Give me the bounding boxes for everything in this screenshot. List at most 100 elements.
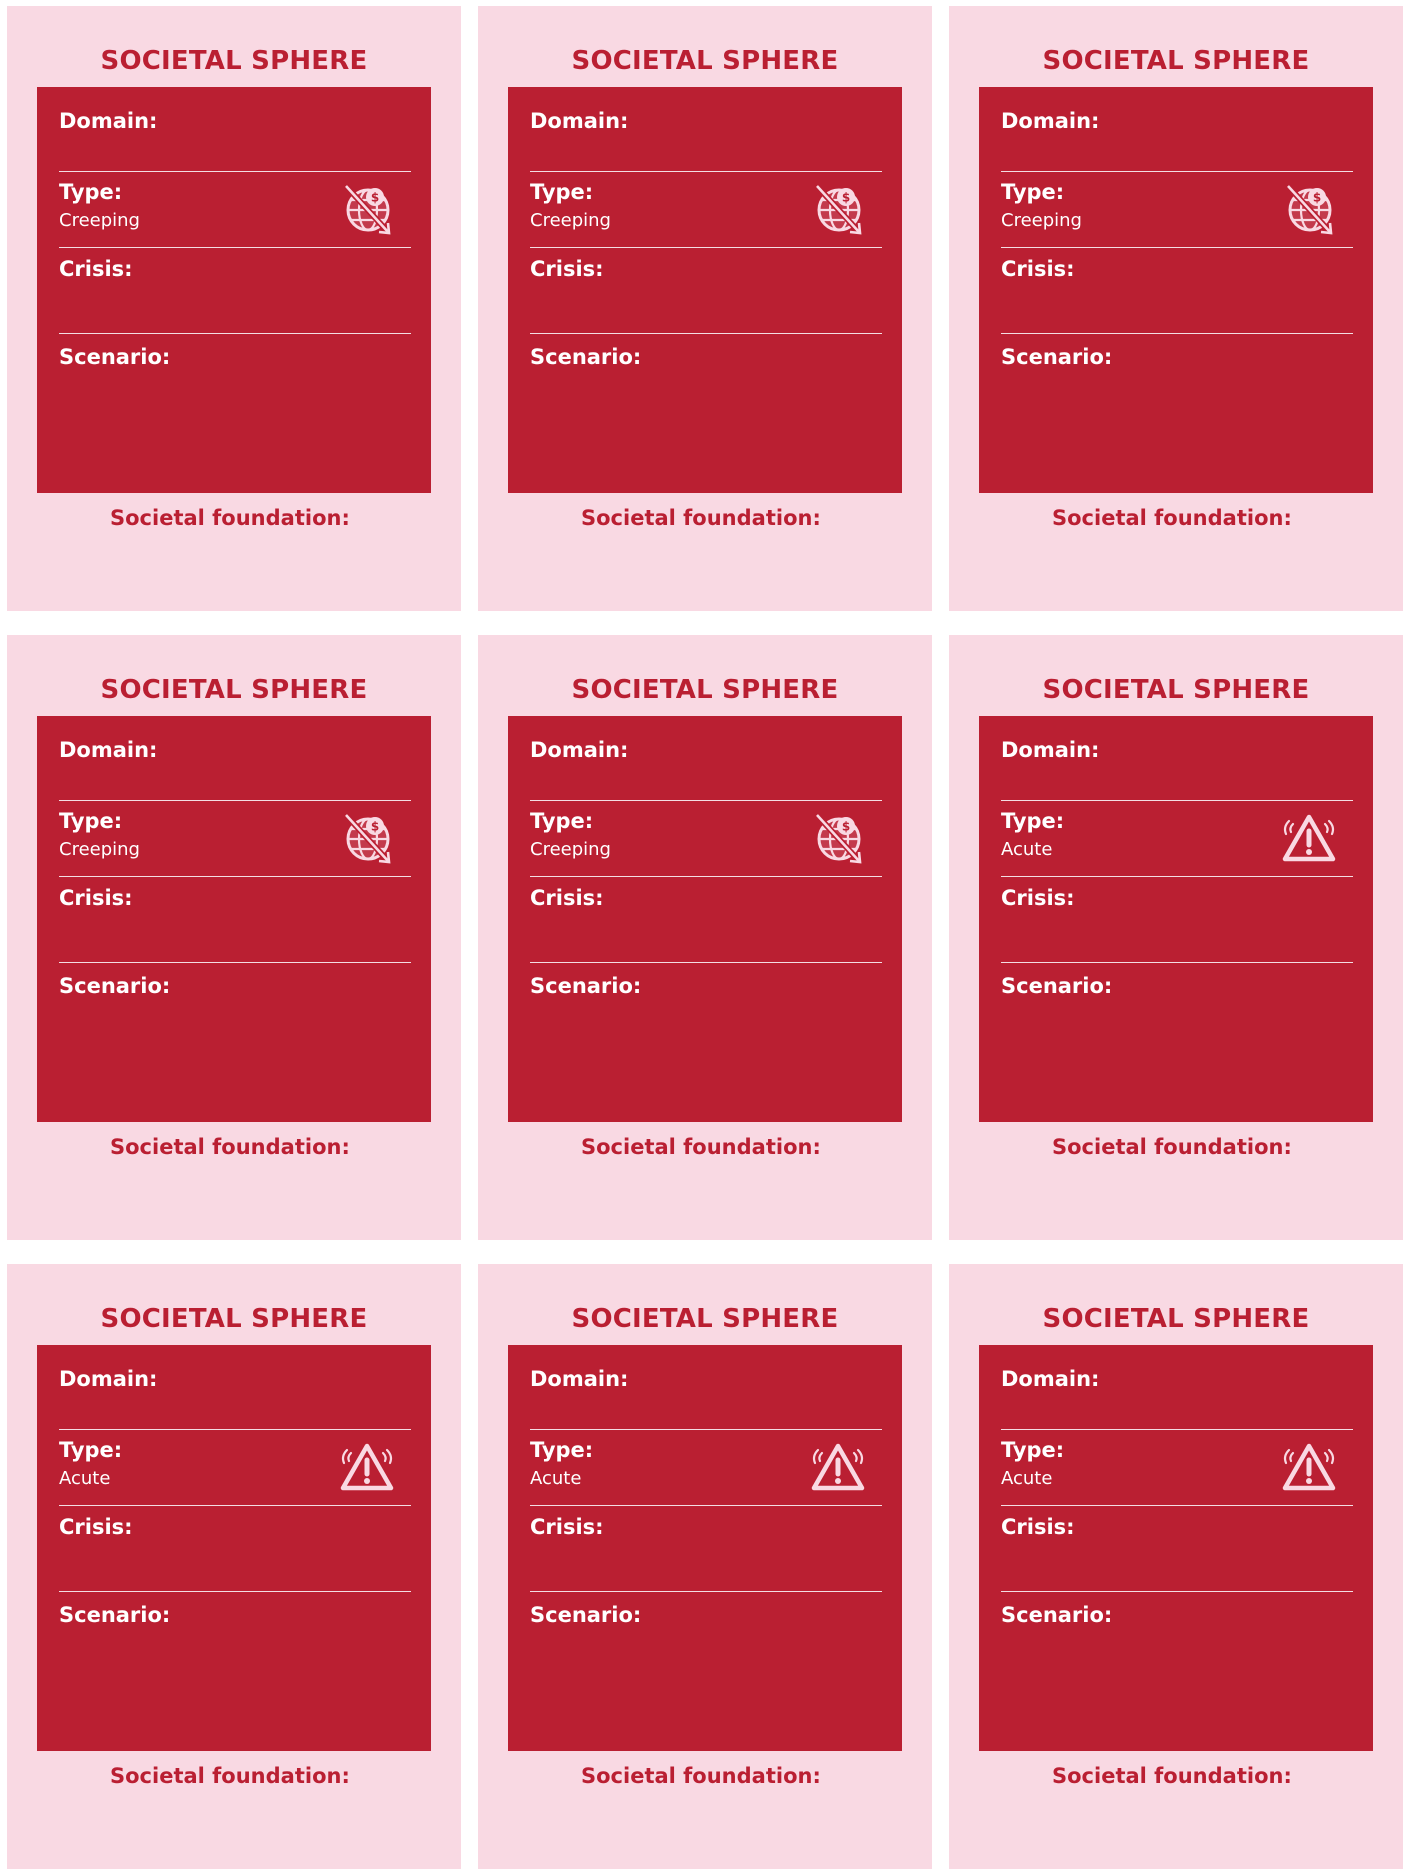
svg-text:$: $ [1313,191,1321,205]
card-panel: Domain: Type: Acute Crisis: Scenario: [979,1345,1373,1751]
card-panel: Domain: Type: Acute Crisis: Scenario: [508,1345,902,1751]
crisis-label: Crisis: [59,886,133,910]
divider [59,876,411,877]
crisis-card: SOCIETAL SPHERE Domain: Type: Creeping $… [7,635,461,1240]
divider [1001,247,1353,248]
type-value: Creeping [1001,210,1082,231]
creeping-crisis-globe-icon: $ [337,182,397,236]
domain-label: Domain: [59,738,158,762]
divider [1001,1505,1353,1506]
domain-label: Domain: [530,738,629,762]
svg-text:$: $ [842,191,850,205]
crisis-label: Crisis: [1001,257,1075,281]
creeping-crisis-globe-icon: $ [1279,182,1339,236]
divider [530,962,882,963]
divider [530,1429,882,1430]
crisis-label: Crisis: [59,1515,133,1539]
scenario-label: Scenario: [530,1603,642,1627]
crisis-card: SOCIETAL SPHERE Domain: Type: Creeping $… [7,6,461,611]
crisis-card: SOCIETAL SPHERE Domain: Type: Creeping $… [478,635,932,1240]
domain-label: Domain: [59,109,158,133]
type-value: Creeping [530,839,611,860]
societal-foundation-label: Societal foundation: [1052,506,1292,530]
card-title: SOCIETAL SPHERE [1042,675,1310,705]
type-label: Type: [530,809,594,833]
societal-foundation-label: Societal foundation: [1052,1135,1292,1159]
card-title: SOCIETAL SPHERE [100,675,368,705]
card-panel: Domain: Type: Creeping $ Crisis: Scenari… [508,87,902,493]
divider [1001,962,1353,963]
domain-label: Domain: [1001,109,1100,133]
crisis-card: SOCIETAL SPHERE Domain: Type: Acute Cris… [7,1264,461,1869]
scenario-label: Scenario: [59,1603,171,1627]
divider [530,171,882,172]
divider [530,876,882,877]
card-title: SOCIETAL SPHERE [1042,46,1310,76]
crisis-label: Crisis: [1001,1515,1075,1539]
societal-foundation-label: Societal foundation: [581,1135,821,1159]
acute-warning-icon [808,1440,868,1494]
divider [59,1505,411,1506]
divider [59,962,411,963]
creeping-crisis-globe-icon: $ [808,182,868,236]
type-label: Type: [530,1438,594,1462]
type-label: Type: [1001,180,1065,204]
svg-text:$: $ [371,820,379,834]
domain-label: Domain: [530,109,629,133]
svg-text:$: $ [842,820,850,834]
card-panel: Domain: Type: Creeping $ Crisis: Scenari… [37,87,431,493]
societal-foundation-label: Societal foundation: [110,1135,350,1159]
divider [59,247,411,248]
type-label: Type: [59,1438,123,1462]
card-panel: Domain: Type: Acute Crisis: Scenario: [37,1345,431,1751]
divider [530,1505,882,1506]
divider [59,800,411,801]
societal-foundation-label: Societal foundation: [581,1764,821,1788]
societal-foundation-label: Societal foundation: [110,1764,350,1788]
card-panel: Domain: Type: Creeping $ Crisis: Scenari… [37,716,431,1122]
card-title: SOCIETAL SPHERE [571,1304,839,1334]
divider [530,800,882,801]
divider [530,1591,882,1592]
societal-foundation-label: Societal foundation: [110,506,350,530]
scenario-label: Scenario: [1001,1603,1113,1627]
crisis-label: Crisis: [1001,886,1075,910]
acute-warning-icon [1279,1440,1339,1494]
crisis-card: SOCIETAL SPHERE Domain: Type: Creeping $… [478,6,932,611]
type-label: Type: [59,180,123,204]
acute-warning-icon [337,1440,397,1494]
domain-label: Domain: [59,1367,158,1391]
svg-text:$: $ [371,191,379,205]
crisis-card: SOCIETAL SPHERE Domain: Type: Acute Cris… [949,635,1403,1240]
type-value: Acute [1001,839,1053,860]
scenario-label: Scenario: [1001,345,1113,369]
divider [59,333,411,334]
divider [59,1429,411,1430]
card-title: SOCIETAL SPHERE [100,46,368,76]
type-value: Acute [59,1468,111,1489]
societal-foundation-label: Societal foundation: [1052,1764,1292,1788]
card-title: SOCIETAL SPHERE [1042,1304,1310,1334]
domain-label: Domain: [1001,738,1100,762]
card-panel: Domain: Type: Acute Crisis: Scenario: [979,716,1373,1122]
scenario-label: Scenario: [59,974,171,998]
divider [1001,800,1353,801]
type-label: Type: [1001,1438,1065,1462]
scenario-label: Scenario: [59,345,171,369]
card-title: SOCIETAL SPHERE [571,675,839,705]
societal-foundation-label: Societal foundation: [581,506,821,530]
crisis-card: SOCIETAL SPHERE Domain: Type: Acute Cris… [949,1264,1403,1869]
crisis-label: Crisis: [530,1515,604,1539]
type-label: Type: [530,180,594,204]
divider [530,247,882,248]
divider [59,171,411,172]
type-label: Type: [1001,809,1065,833]
divider [1001,171,1353,172]
type-value: Creeping [59,839,140,860]
domain-label: Domain: [530,1367,629,1391]
scenario-label: Scenario: [530,345,642,369]
type-value: Creeping [59,210,140,231]
crisis-label: Crisis: [530,257,604,281]
divider [1001,1591,1353,1592]
crisis-card: SOCIETAL SPHERE Domain: Type: Creeping $… [949,6,1403,611]
